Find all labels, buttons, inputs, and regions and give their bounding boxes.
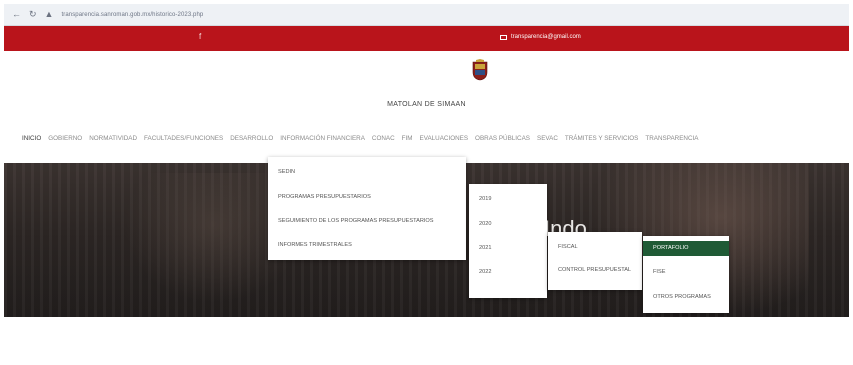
- dropdown-categories: FISCAL CONTROL PRESUPUESTAL: [548, 232, 642, 290]
- url-text[interactable]: transparencia.sanroman.gob.mx/historico-…: [61, 12, 203, 18]
- menu-item-year-2019[interactable]: 2019: [479, 196, 491, 202]
- menu-item-fise[interactable]: FISE: [653, 269, 665, 275]
- menu-item-control-presupuestal[interactable]: CONTROL PRESUPUESTAL: [558, 267, 631, 273]
- nav-item-tramites[interactable]: TRÁMITES Y SERVICIOS: [565, 135, 638, 142]
- nav-item-transparencia[interactable]: TRANSPARENCIA: [645, 135, 698, 142]
- content-area: [4, 317, 849, 362]
- nav-item-obras-publicas[interactable]: OBRAS PÚBLICAS: [475, 135, 530, 142]
- nav-item-sevac[interactable]: SEVAC: [537, 135, 558, 142]
- top-contact-bar: f transparencia@gmail.com: [4, 26, 849, 51]
- dropdown-programs: PORTAFOLIO FISE OTROS PROGRAMAS: [643, 236, 729, 313]
- site-header: MATOLAN DE SIMAAN INICIO GOBIERNO NORMAT…: [4, 51, 849, 163]
- nav-item-evaluaciones[interactable]: EVALUACIONES: [420, 135, 469, 142]
- menu-item-portafolio[interactable]: PORTAFOLIO: [643, 241, 729, 256]
- menu-item-informes-trimestrales[interactable]: INFORMES TRIMESTRALES: [278, 242, 352, 248]
- menu-item-fiscal[interactable]: FISCAL: [558, 244, 578, 250]
- back-icon[interactable]: ←: [12, 10, 21, 19]
- nav-item-gobierno[interactable]: GOBIERNO: [48, 135, 82, 142]
- mail-icon: [500, 34, 507, 40]
- nav-item-fim[interactable]: FIM: [402, 135, 413, 142]
- dropdown-years: 2019 2020 2021 2022: [469, 184, 547, 298]
- menu-item-seguimiento-programas[interactable]: SEGUIMIENTO DE LOS PROGRAMAS PRESUPUESTA…: [278, 218, 434, 224]
- menu-item-programas-presupuestarios[interactable]: PROGRAMAS PRESUPUESTARIOS: [278, 194, 371, 200]
- email-link[interactable]: transparencia@gmail.com: [500, 34, 581, 40]
- nav-item-facultades[interactable]: FACULTADES/FUNCIONES: [144, 135, 223, 142]
- menu-item-year-2021[interactable]: 2021: [479, 245, 491, 251]
- browser-address-bar: ← ↻ ▲ transparencia.sanroman.gob.mx/hist…: [4, 4, 849, 26]
- lock-icon: ▲: [44, 9, 54, 19]
- nav-item-desarrollo[interactable]: DESARROLLO: [230, 135, 273, 142]
- menu-item-year-2020[interactable]: 2020: [479, 221, 491, 227]
- menu-item-sedin[interactable]: SEDIN: [278, 169, 295, 175]
- menu-item-otros-programas[interactable]: OTROS PROGRAMAS: [653, 294, 711, 300]
- nav-item-conac[interactable]: CONAC: [372, 135, 395, 142]
- nav-item-normatividad[interactable]: NORMATIVIDAD: [89, 135, 137, 142]
- email-text: transparencia@gmail.com: [511, 34, 581, 40]
- dropdown-desarrollo: SEDIN PROGRAMAS PRESUPUESTARIOS SEGUIMIE…: [268, 157, 466, 260]
- menu-item-year-2022[interactable]: 2022: [479, 269, 491, 275]
- municipal-seal-icon[interactable]: [471, 59, 489, 81]
- reload-icon[interactable]: ↻: [29, 10, 37, 19]
- facebook-icon[interactable]: f: [199, 32, 201, 41]
- site-title: MATOLAN DE SIMAAN: [387, 101, 466, 108]
- main-navigation: INICIO GOBIERNO NORMATIVIDAD FACULTADES/…: [22, 135, 698, 142]
- nav-item-inicio[interactable]: INICIO: [22, 135, 41, 142]
- nav-item-informacion-financiera[interactable]: INFORMACIÓN FINANCIERA: [280, 135, 365, 142]
